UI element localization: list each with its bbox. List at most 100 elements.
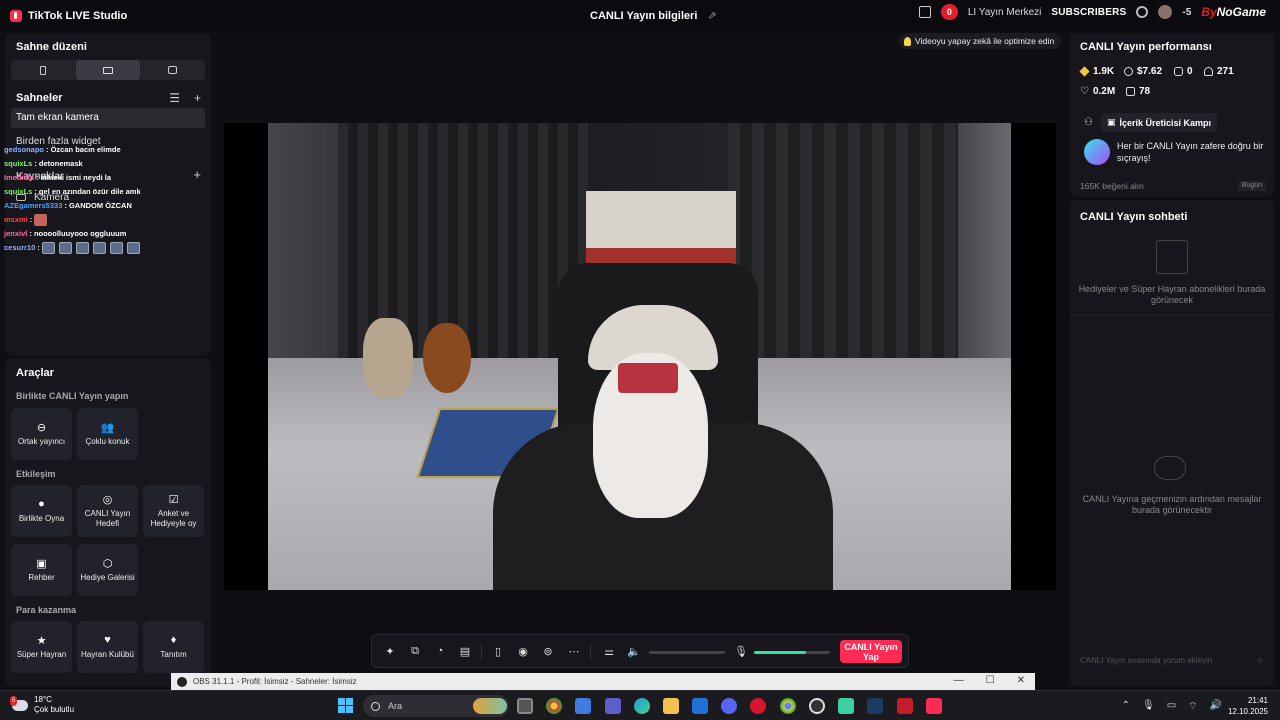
speaker-icon[interactable]: 🔈: [627, 645, 641, 658]
chat-overlay-line: cesurr10:: [4, 241, 214, 255]
file-explorer-icon[interactable]: [663, 698, 679, 714]
start-icon[interactable]: [338, 698, 353, 713]
live-center-link[interactable]: LI Yayın Merkezi: [968, 7, 1042, 18]
chevron-up-icon[interactable]: ⌃: [1122, 700, 1130, 713]
play-together-tool[interactable]: ● Birlikte Oyna: [11, 485, 72, 537]
section-monetize: Para kazanma: [16, 605, 77, 615]
live-goal-tool[interactable]: ◎ CANLI Yayın Hedefi: [77, 485, 138, 537]
weather-widget[interactable]: 5 18°C Çok bulutlu: [10, 695, 74, 715]
share-arrow-icon[interactable]: ⇗: [707, 9, 716, 22]
chat-input[interactable]: CANLI Yayın sırasında yorum ekleyin ☺: [1076, 650, 1268, 672]
promote-tool[interactable]: ♦ Tanıtım: [143, 621, 204, 673]
obs-window-titlebar[interactable]: OBS 31.1.1 - Profil: İsimsiz - Sahneler:…: [171, 673, 1035, 690]
person-edit-icon[interactable]: ⚇: [1084, 117, 1093, 128]
poll-tool[interactable]: ☑ Anket ve Hediyeyle oy: [143, 485, 204, 537]
weather-badge: 5: [10, 695, 18, 706]
taskbar-search[interactable]: Ara: [363, 695, 509, 717]
more-icon[interactable]: ⋯: [568, 645, 580, 658]
section-together: Birlikte CANLI Yayın yapın: [16, 391, 129, 401]
chrome-active-icon[interactable]: [780, 698, 796, 714]
today-badge[interactable]: Bugün: [1237, 181, 1266, 191]
search-icon: [371, 701, 380, 711]
chat-username: squixLs: [4, 159, 33, 168]
chat-message: : Özcan bacın elimde: [46, 145, 121, 154]
go-live-button[interactable]: CANLI Yayın Yap: [840, 640, 902, 663]
display-icon[interactable]: ▭: [1167, 700, 1176, 713]
maximize-icon[interactable]: ☐: [986, 675, 995, 686]
chat-message: : kikteki ismi neydi la: [36, 173, 112, 182]
phone-icon: [40, 65, 47, 75]
window-minimize-overlay[interactable]: -5: [1182, 7, 1191, 18]
clock[interactable]: 21:41 12.10.2025: [1228, 695, 1268, 717]
fan-club-tool[interactable]: ♥ Hayran Kulübü: [77, 621, 138, 673]
notification-badge[interactable]: 0: [940, 4, 958, 20]
effects-icon[interactable]: ⧉: [409, 645, 421, 657]
home-icon[interactable]: [918, 6, 931, 18]
creator-camp-button[interactable]: ▣ İçerik Üreticisi Kampı: [1100, 113, 1218, 132]
viewers-stat: 271: [1204, 66, 1234, 77]
guide-icon: ▣: [36, 557, 47, 570]
windows-taskbar: 5 18°C Çok bulutlu Ara ⌃ 🎙 ▭ ⌔ 🔊 21:41 1…: [0, 690, 1280, 720]
guide-tool[interactable]: ▣ Rehber: [11, 544, 72, 596]
live-info-header[interactable]: CANLI Yayın bilgileri ⇗: [590, 9, 717, 23]
toolbar-divider: [590, 644, 591, 660]
followers-icon: [1174, 67, 1183, 76]
clock-time: 21:41: [1247, 696, 1268, 705]
microphone-tray-icon[interactable]: 🎙: [1142, 700, 1155, 713]
obs-icon[interactable]: [809, 698, 825, 714]
chat-message: : detonemask: [34, 159, 83, 168]
volume-icon[interactable]: 🔊: [1210, 700, 1222, 713]
edge-icon[interactable]: [634, 698, 650, 714]
search-highlight-icon: [473, 698, 507, 714]
sliders-icon[interactable]: ⚌: [603, 645, 615, 658]
opera-icon[interactable]: [750, 698, 766, 714]
heart-outline-icon: ♡: [1080, 86, 1089, 97]
add-scene-icon[interactable]: +: [194, 91, 201, 105]
scene-tools: ☰ +: [169, 91, 201, 105]
layout-portrait-option[interactable]: [11, 60, 76, 80]
tiktok-taskbar-icon[interactable]: [926, 698, 942, 714]
microphone-icon[interactable]: 🎙: [734, 645, 748, 658]
close-icon[interactable]: ✕: [1017, 675, 1025, 686]
record-icon[interactable]: ◉: [517, 645, 529, 658]
steam-icon[interactable]: [867, 698, 883, 714]
teams-icon[interactable]: [605, 698, 621, 714]
user-avatar[interactable]: [1158, 5, 1173, 19]
super-fan-tool[interactable]: ★ Süper Hayran: [11, 621, 72, 673]
gift-gallery-tool[interactable]: ⬡ Hediye Galerisi: [77, 544, 138, 596]
beauty-icon[interactable]: ◔: [434, 645, 446, 657]
multi-guest-tool[interactable]: 👥 Çoklu konuk: [77, 408, 138, 460]
list-icon[interactable]: ☰: [169, 91, 180, 105]
live-info-title[interactable]: CANLI Yayın bilgileri: [590, 10, 697, 22]
emoji-icon[interactable]: ☺: [1256, 656, 1264, 666]
outlook-icon[interactable]: [692, 698, 708, 714]
camera-settings-icon[interactable]: ⊚: [542, 645, 554, 658]
network-icon[interactable]: ⌔: [1188, 700, 1197, 713]
media-player-icon[interactable]: [897, 698, 913, 714]
discord-icon[interactable]: [721, 698, 737, 714]
settings-gear-icon[interactable]: [1136, 6, 1149, 18]
phone-preview-icon[interactable]: ▯: [492, 645, 504, 658]
store-icon[interactable]: [575, 698, 591, 714]
scene-item-active[interactable]: Tam ekran kamera: [11, 108, 205, 128]
speaker-volume-slider[interactable]: [649, 651, 725, 654]
cohost-tool[interactable]: ⊖ Ortak yayıncı: [11, 408, 72, 460]
layout-rotate-option[interactable]: [140, 60, 205, 80]
search-placeholder: Ara: [388, 701, 403, 711]
screen-add-icon[interactable]: ▤: [459, 645, 471, 658]
minimize-icon[interactable]: —: [954, 675, 964, 686]
book-icon: ▣: [1106, 117, 1116, 127]
task-view-icon[interactable]: [517, 698, 533, 714]
chat-overlay-line: squixLs: detonemask: [4, 157, 214, 171]
ai-optimize-badge[interactable]: Videoyu yapay zekâ ile optimize edin: [899, 33, 1062, 49]
chat-username: squixLs: [4, 187, 33, 196]
layout-landscape-option[interactable]: [75, 60, 141, 80]
chrome-icon[interactable]: [546, 698, 562, 714]
magic-wand-icon[interactable]: ✦: [384, 645, 396, 658]
mic-level-fill: [754, 651, 806, 654]
go-live-line2: Yap: [862, 652, 879, 662]
person-icon: ●: [38, 498, 45, 510]
game-app-icon[interactable]: [838, 698, 854, 714]
mic-volume-slider[interactable]: [754, 651, 830, 654]
gift-icon: [1126, 87, 1135, 96]
